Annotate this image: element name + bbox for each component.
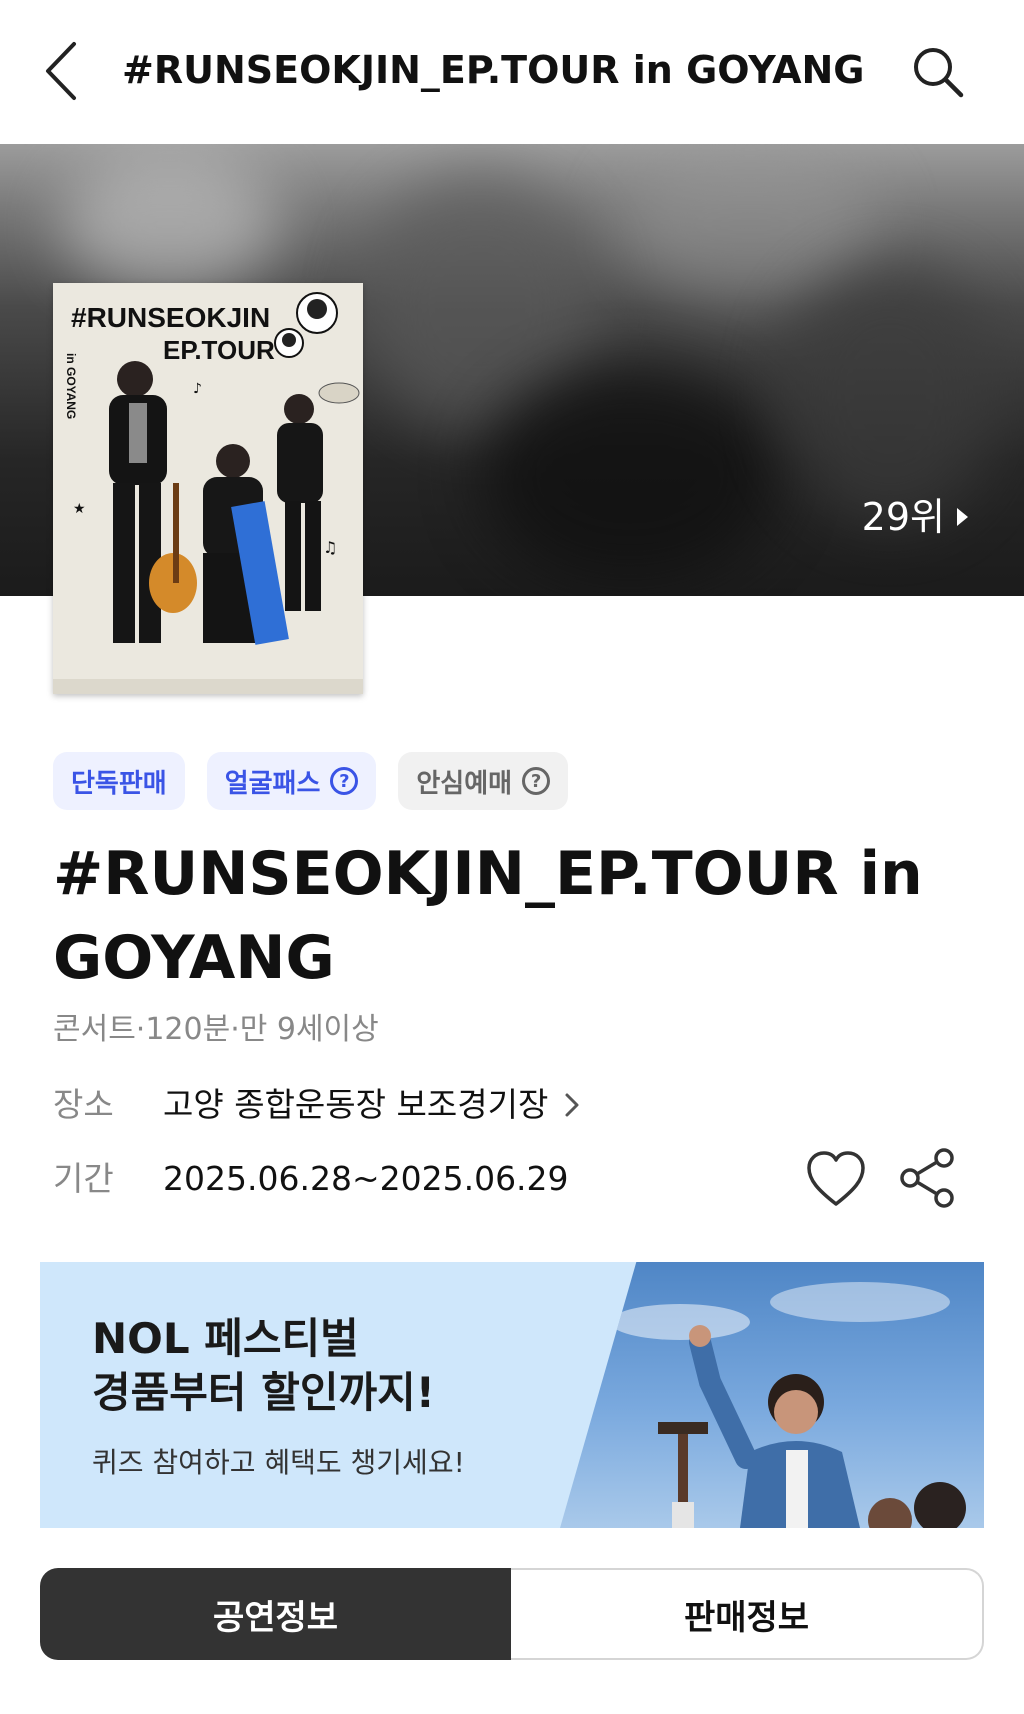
poster-title-2: EP.TOUR [163,335,275,365]
period-value: 2025.06.28~2025.06.29 [163,1159,569,1198]
period-label: 기간 [53,1159,114,1198]
promo-banner[interactable]: NOL 페스티벌 경품부터 할인까지! 퀴즈 참여하고 혜택도 챙기세요! [40,1262,984,1528]
chevron-right-icon [565,1093,579,1117]
share-icon [900,1148,954,1208]
poster-image: #RUNSEOKJIN EP.TOUR in GOYANG ♪ ♫ ★ [53,283,363,694]
badge-row: 단독판매 얼굴패스 ? 안심예매 ? [53,752,569,810]
ranking-link[interactable]: 29위 [862,494,968,540]
banner-photo [560,1262,984,1528]
tab-performance-info[interactable]: 공연정보 [40,1568,511,1660]
event-meta: 콘서트·120분·만 9세이상 [53,1012,379,1047]
tab-sales-info[interactable]: 판매정보 [511,1568,984,1660]
svg-text:♪: ♪ [193,381,202,397]
venue-value[interactable]: 고양 종합운동장 보조경기장 [163,1080,548,1130]
poster-side-text: in GOYANG [64,353,78,419]
search-icon [914,48,964,98]
badge-label: 단독판매 [71,768,167,799]
banner-title-line2: 경품부터 할인까지! [92,1368,435,1417]
caret-right-icon [957,508,968,526]
badge-label: 얼굴패스 [224,768,321,799]
search-button[interactable] [910,44,966,100]
svg-text:♫: ♫ [323,538,337,557]
chevron-left-icon [46,42,76,100]
venue-row[interactable]: 장소 고양 종합운동장 보조경기장 [53,1080,582,1130]
like-button[interactable] [806,1150,866,1208]
badge-exclusive-sale: 단독판매 [53,752,185,810]
event-title: #RUNSEOKJIN_EP.TOUR in GOYANG [53,839,923,993]
badge-face-pass[interactable]: 얼굴패스 ? [206,752,377,810]
heart-icon [807,1151,865,1206]
ranking-text: 29위 [861,495,945,539]
venue-label: 장소 [53,1085,114,1124]
banner-subtitle: 퀴즈 참여하고 혜택도 챙기세요! [92,1446,465,1479]
top-app-bar: #RUNSEOKJIN_EP.TOUR in GOYANG |... [0,0,1024,144]
banner-title-line1: NOL 페스티벌 [92,1314,359,1363]
badge-safe-booking[interactable]: 안심예매 ? [398,752,569,810]
svg-text:★: ★ [73,501,86,517]
question-mark-icon[interactable]: ? [330,767,359,795]
question-mark-icon[interactable]: ? [522,767,551,795]
poster-illustration: #RUNSEOKJIN EP.TOUR in GOYANG ♪ ♫ ★ [53,283,363,694]
poster-title-1: #RUNSEOKJIN [71,302,270,333]
info-tabs: 공연정보 판매정보 [40,1568,984,1660]
badge-label: 안심예매 [416,768,513,799]
banner-title: NOL 페스티벌 경품부터 할인까지! [92,1312,435,1420]
banner-illustration [610,1282,966,1528]
header-title: #RUNSEOKJIN_EP.TOUR in GOYANG |... [122,48,882,92]
period-row: 기간 2025.06.28~2025.06.29 [53,1154,569,1204]
share-button[interactable] [900,1148,956,1208]
back-button[interactable] [40,38,84,104]
